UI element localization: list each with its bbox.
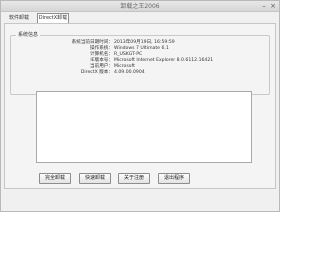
full-uninstall-button[interactable]: 完全卸载 bbox=[39, 173, 71, 184]
info-key: DirectX 版本： bbox=[80, 70, 113, 75]
main-window: 卸载之王2006 – × 软件卸载 DirectX卸载 系统信息 系统当前日期时… bbox=[0, 0, 280, 212]
info-value: 4.09.00.0904 bbox=[114, 70, 145, 75]
tab-software-uninstall[interactable]: 软件卸载 bbox=[5, 13, 33, 23]
close-icon[interactable]: × bbox=[269, 2, 277, 10]
title-bar[interactable]: 卸载之王2006 – × bbox=[1, 1, 279, 12]
quick-uninstall-button[interactable]: 快速卸载 bbox=[79, 173, 111, 184]
log-output-box[interactable] bbox=[36, 91, 252, 163]
window-title: 卸载之王2006 bbox=[120, 3, 160, 10]
tab-directx-uninstall[interactable]: DirectX卸载 bbox=[37, 13, 69, 23]
tab-panel: 系统信息 系统当前日期时间： 2013年09月19日, 16:59:59 操作系… bbox=[4, 23, 276, 189]
exit-button[interactable]: 退出程序 bbox=[158, 173, 190, 184]
system-info-legend: 系统信息 bbox=[16, 32, 41, 39]
minimize-icon[interactable]: – bbox=[260, 2, 268, 10]
system-info-group: 系统信息 系统当前日期时间： 2013年09月19日, 16:59:59 操作系… bbox=[10, 32, 270, 95]
about-register-button[interactable]: 关于注册 bbox=[118, 173, 150, 184]
